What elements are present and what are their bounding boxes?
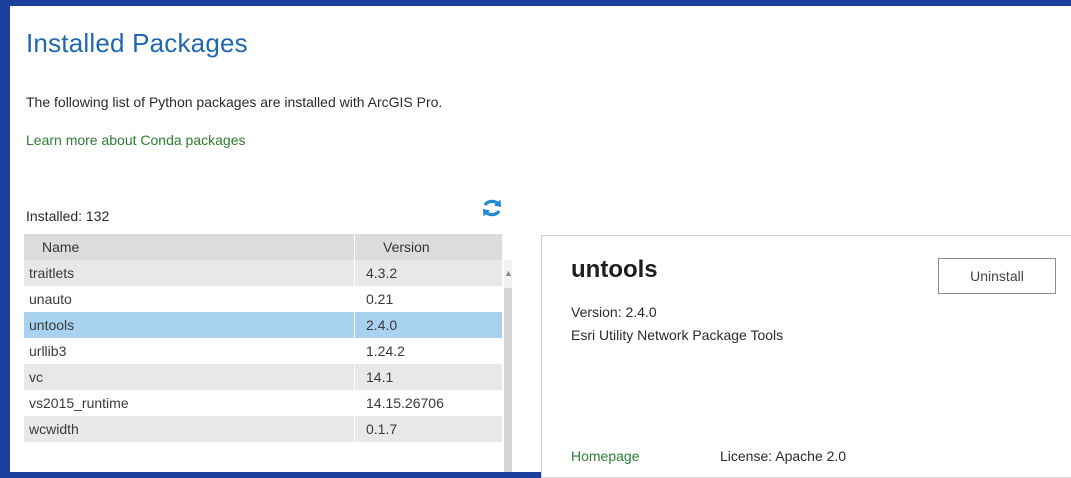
package-name: vs2015_runtime <box>29 395 129 411</box>
table-row[interactable]: unauto 0.21 <box>24 286 502 312</box>
refresh-icon[interactable] <box>480 196 504 220</box>
scroll-thumb[interactable] <box>504 288 512 472</box>
package-name: wcwidth <box>29 421 79 437</box>
package-version: 14.1 <box>354 364 502 390</box>
column-header-version[interactable]: Version <box>354 234 502 260</box>
table-row[interactable]: vs2015_runtime 14.15.26706 <box>24 390 502 416</box>
table-row[interactable]: wcwidth 0.1.7 <box>24 416 502 442</box>
refresh-icon-graphic <box>483 199 501 217</box>
table-row[interactable]: traitlets 4.3.2 <box>24 260 502 286</box>
package-name: traitlets <box>29 265 75 281</box>
table-row[interactable]: vc 14.1 <box>24 364 502 390</box>
package-version: 0.21 <box>354 286 502 312</box>
package-name: untools <box>29 317 75 333</box>
package-version: 2.4.0 <box>354 312 502 338</box>
column-header-name[interactable]: Name <box>24 234 354 260</box>
package-manager-panel: Installed Packages The following list of… <box>10 6 1071 478</box>
learn-more-link[interactable]: Learn more about Conda packages <box>26 132 245 148</box>
uninstall-button[interactable]: Uninstall <box>938 258 1056 294</box>
table-scrollbar[interactable]: ▲ <box>504 260 512 472</box>
package-version: 4.3.2 <box>354 260 502 286</box>
package-version: 14.15.26706 <box>354 390 502 416</box>
package-detail-name: untools <box>571 256 658 283</box>
table-row[interactable]: urllib3 1.24.2 <box>24 338 502 364</box>
package-version: 1.24.2 <box>354 338 502 364</box>
package-detail-description: Esri Utility Network Package Tools <box>571 327 784 343</box>
package-details-panel: untools Uninstall Version: 2.4.0 Esri Ut… <box>541 235 1071 478</box>
table-header-row: Name Version <box>24 234 502 260</box>
package-license: License: Apache 2.0 <box>720 448 847 464</box>
package-detail-version: Version: 2.4.0 <box>571 304 657 320</box>
page-title: Installed Packages <box>26 28 248 58</box>
installed-count: Installed: 132 <box>26 208 110 224</box>
homepage-link[interactable]: Homepage <box>571 448 640 464</box>
package-name: unauto <box>29 291 72 307</box>
scroll-up-arrow-icon[interactable]: ▲ <box>504 268 512 278</box>
package-name: vc <box>29 369 43 385</box>
table-row-selected[interactable]: untools 2.4.0 <box>24 312 502 338</box>
package-table: Name Version traitlets 4.3.2 unauto 0.21… <box>24 234 512 472</box>
package-version: 0.1.7 <box>354 416 502 442</box>
package-name: urllib3 <box>29 343 67 359</box>
intro-text: The following list of Python packages ar… <box>26 94 443 110</box>
